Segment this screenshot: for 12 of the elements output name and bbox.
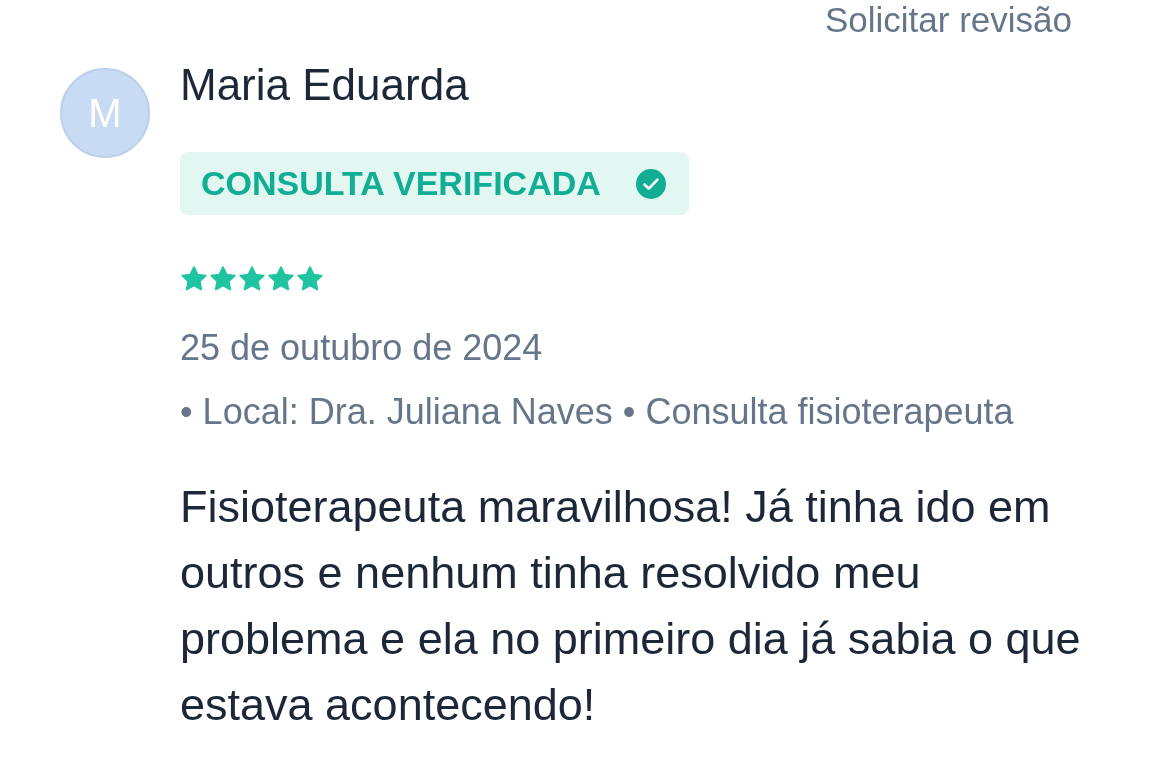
star-icon: [180, 265, 208, 293]
author-name: Maria Eduarda: [180, 60, 469, 110]
star-icon: [238, 265, 266, 293]
request-review-link[interactable]: Solicitar revisão: [824, 0, 1072, 40]
review-text: Fisioterapeuta maravilhosa! Já tinha ido em outros e nenhum tinha resolvido meu problema e ela no primeiro dia já sabia o que estava acontecendo!: [180, 480, 1082, 732]
star-icon: [296, 265, 324, 293]
badge-label: CONSULTA VERIFICADA: [201, 163, 601, 204]
star-icon: [209, 265, 237, 293]
review-date: 25 de outubro de 2024: [180, 327, 543, 369]
avatar: M: [60, 68, 150, 158]
review-details: • Local: Dra. Juliana Naves • Consulta fisioterapeuta: [180, 391, 1014, 433]
star-icon: [267, 265, 295, 293]
